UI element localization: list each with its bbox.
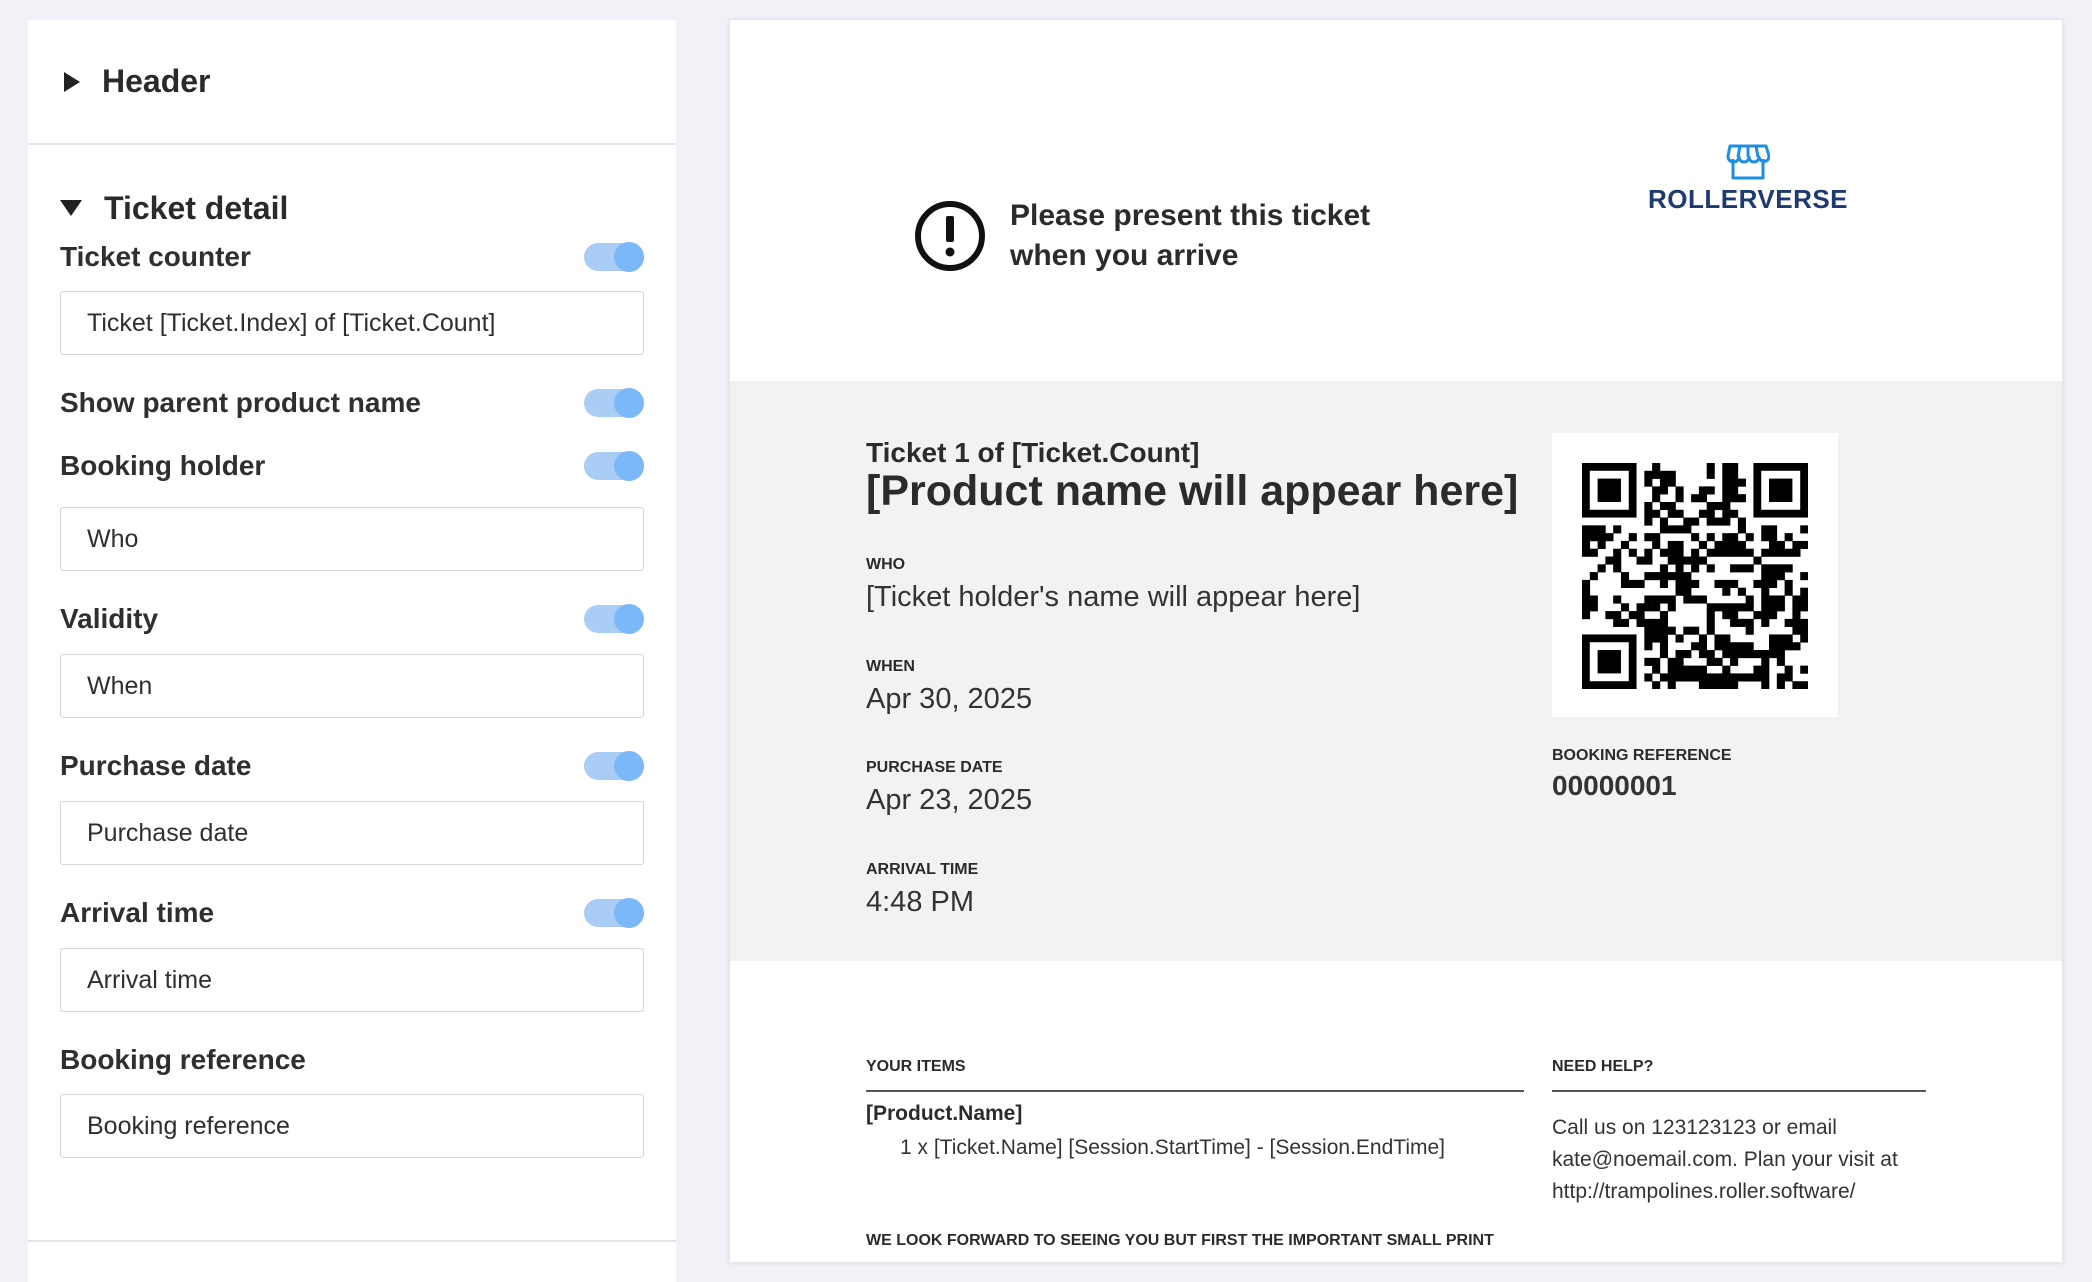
brand-name: ROLLERVERSE [1647,184,1849,214]
arrival-notice: Please present this ticket when you arri… [914,196,1390,276]
toggle-knob [614,604,644,634]
toggle-knob [614,242,644,272]
ticket-counter-input[interactable]: Ticket [Ticket.Index] of [Ticket.Count] [60,291,644,355]
ticket-detail-fields: Ticket counter Ticket [Ticket.Index] of … [28,235,676,1158]
booking-reference-input[interactable]: Booking reference [60,1094,644,1158]
section-divider [28,1240,676,1242]
toggle-knob [614,751,644,781]
arrival-time-label: ARRIVAL TIME [866,861,979,878]
validity-label: Validity [60,603,159,634]
when-label: WHEN [866,658,915,675]
caret-down-icon [60,200,82,216]
items-product-name: [Product.Name] [866,1102,1023,1125]
storefront-icon [1726,144,1770,180]
purchase-date-value: Apr 23, 2025 [866,784,1033,816]
ticket-detail-section-toggle[interactable]: Ticket detail [28,190,676,226]
notice-line-2: when you arrive [1010,239,1239,272]
need-help-section: NEED HELP? Call us on 123123123 or email… [1552,1058,1926,1208]
purchase-date-input[interactable]: Purchase date [60,801,644,865]
items-line: 1 x [Ticket.Name] [Session.StartTime] - … [900,1136,1446,1159]
need-help-text: Call us on 123123123 or email kate@noema… [1552,1116,1898,1203]
ticket-preview: Please present this ticket when you arri… [730,20,2062,1262]
alert-circle-icon [915,201,985,271]
ticket-detail-section-title: Ticket detail [104,189,289,226]
arrival-time-value: 4:48 PM [866,886,974,918]
field-row-purchase-date: Purchase date [60,744,644,788]
purchase-date-label: Purchase date [60,750,252,781]
toggle-knob [614,388,644,418]
qr-code [1552,433,1838,717]
ticket-detail-band: Ticket 1 of [Ticket.Count] [Product name… [730,381,2062,961]
show-parent-product-toggle[interactable] [584,388,644,418]
field-row-booking-holder: Booking holder [60,444,644,488]
validity-input[interactable]: When [60,654,644,718]
settings-panel: Header Ticket detail Ticket counter Tick… [28,20,676,1282]
your-items-heading: YOUR ITEMS [866,1058,1524,1092]
when-value: Apr 30, 2025 [866,683,1033,715]
small-print-heading: WE LOOK FORWARD TO SEEING YOU BUT FIRST … [866,1232,1494,1249]
ticket-counter-toggle[interactable] [584,242,644,272]
who-value: [Ticket holder's name will appear here] [866,581,1361,613]
toggle-knob [614,898,644,928]
brand-logo: ROLLERVERSE [1630,142,1866,215]
notice-text: Please present this ticket when you arri… [1010,196,1390,276]
validity-toggle[interactable] [584,604,644,634]
arrival-time-label: Arrival time [60,897,215,928]
need-help-heading: NEED HELP? [1552,1058,1926,1092]
caret-right-icon [64,71,80,92]
your-items-section: YOUR ITEMS [Product.Name] 1 x [Ticket.Na… [866,1058,1524,1160]
booking-reference-value: 00000001 [1552,770,1677,801]
field-row-booking-reference: Booking reference [60,1038,644,1082]
field-row-validity: Validity [60,597,644,641]
booking-holder-label: Booking holder [60,450,266,481]
arrival-time-input[interactable]: Arrival time [60,948,644,1012]
arrival-time-toggle[interactable] [584,898,644,928]
header-section-toggle[interactable]: Header [28,20,676,145]
header-section-title: Header [102,63,211,99]
ticket-counter-label: Ticket counter [60,241,251,272]
who-label: WHO [866,556,906,573]
booking-reference-label: Booking reference [60,1044,306,1075]
show-parent-product-label: Show parent product name [60,387,421,418]
booking-reference-label: BOOKING REFERENCE [1552,747,1732,764]
product-name: [Product name will appear here] [866,467,1519,515]
booking-holder-toggle[interactable] [584,451,644,481]
purchase-date-toggle[interactable] [584,751,644,781]
qr-code-image [1582,463,1808,689]
field-row-ticket-counter: Ticket counter [60,235,644,279]
notice-line-1: Please present this ticket [1010,199,1371,232]
purchase-date-label: PURCHASE DATE [866,759,1003,776]
toggle-knob [614,451,644,481]
field-row-show-parent-product: Show parent product name [60,381,644,425]
field-row-arrival-time: Arrival time [60,891,644,935]
booking-holder-input[interactable]: Who [60,507,644,571]
ticket-counter: Ticket 1 of [Ticket.Count] [866,437,1200,468]
